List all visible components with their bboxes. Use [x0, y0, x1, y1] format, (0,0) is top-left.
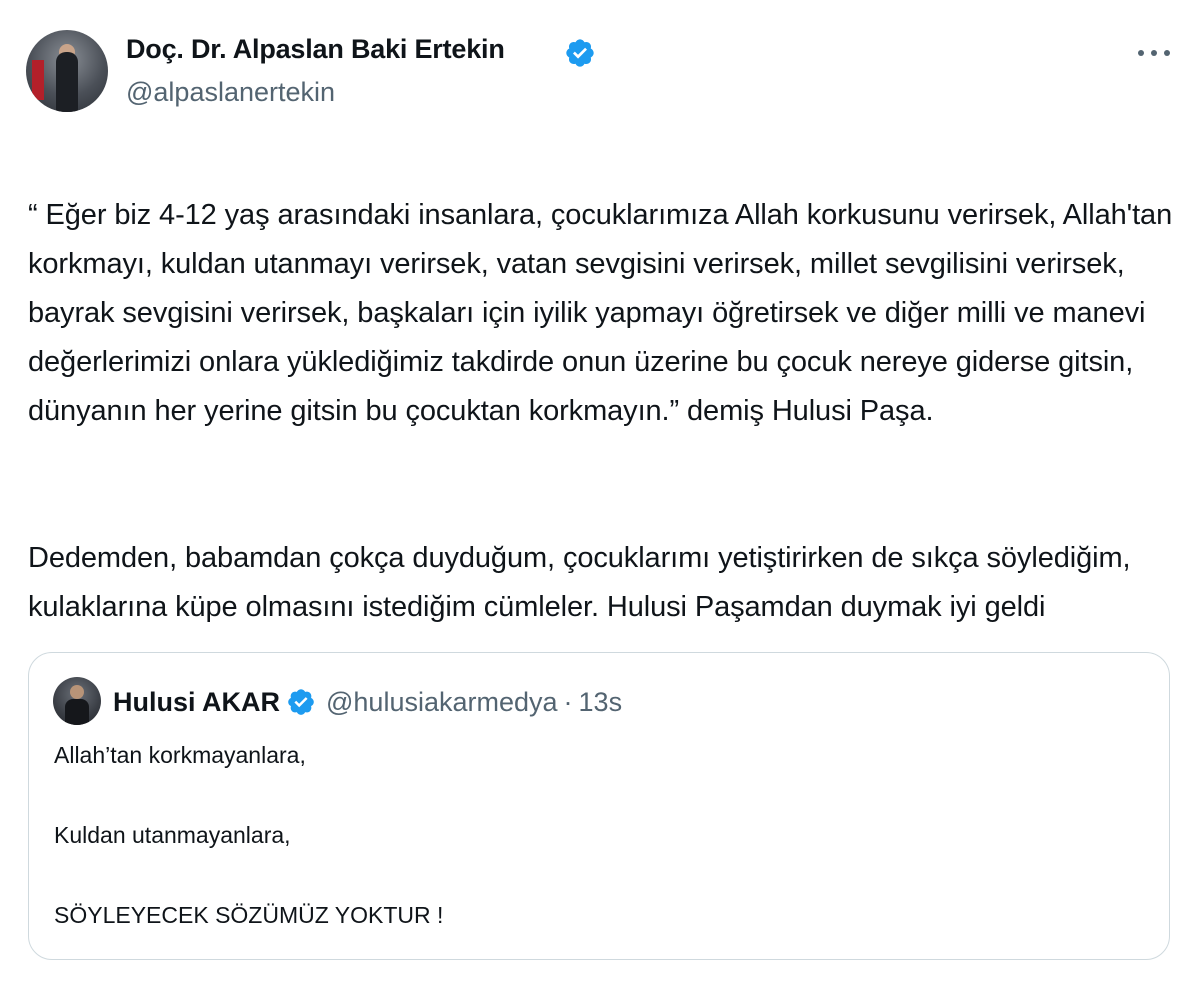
quoted-tweet[interactable]: Hulusi AKAR @hulusiakarmedya · 13s Allah… [28, 652, 1170, 960]
tweet-paragraph: Dedemden, babamdan çokça duyduğum, çocuk… [28, 542, 1131, 623]
flag-decoration [32, 60, 44, 100]
avatar-figure [65, 699, 89, 725]
dot [1138, 50, 1144, 56]
author-name[interactable]: Doç. Dr. Alpaslan Baki Ertekin [126, 34, 505, 65]
quoted-line: Allah’tan korkmayanlara, [54, 742, 306, 768]
verified-badge-icon [566, 39, 594, 67]
tweet-paragraph: “ Eğer biz 4-12 yaş arasındaki insanlara… [28, 199, 1173, 427]
verified-badge-icon [288, 689, 314, 715]
tweet-text: “ Eğer biz 4-12 yaş arasındaki insanlara… [28, 142, 1173, 681]
avatar-figure [56, 52, 78, 112]
separator-dot: · [563, 686, 573, 717]
dot [1164, 50, 1170, 56]
quoted-header: Hulusi AKAR @hulusiakarmedya · 13s [113, 684, 622, 720]
avatar-head [70, 685, 84, 699]
quoted-line: Kuldan utanmayanlara, [54, 822, 291, 848]
quoted-author-avatar[interactable] [53, 677, 101, 725]
dot [1151, 50, 1157, 56]
quoted-text: Allah’tan korkmayanlara, Kuldan utanmaya… [54, 735, 1134, 935]
author-handle[interactable]: @alpaslanertekin [126, 77, 335, 108]
author-avatar[interactable] [26, 30, 108, 112]
quoted-timestamp[interactable]: 13s [579, 687, 623, 718]
more-options-icon[interactable] [1138, 44, 1170, 62]
quoted-author-handle[interactable]: @hulusiakarmedya [326, 687, 558, 718]
tweet: Doç. Dr. Alpaslan Baki Ertekin @alpaslan… [0, 0, 1200, 990]
quoted-author-name[interactable]: Hulusi AKAR [113, 687, 280, 718]
quoted-line: SÖYLEYECEK SÖZÜMÜZ YOKTUR ! [54, 902, 444, 928]
